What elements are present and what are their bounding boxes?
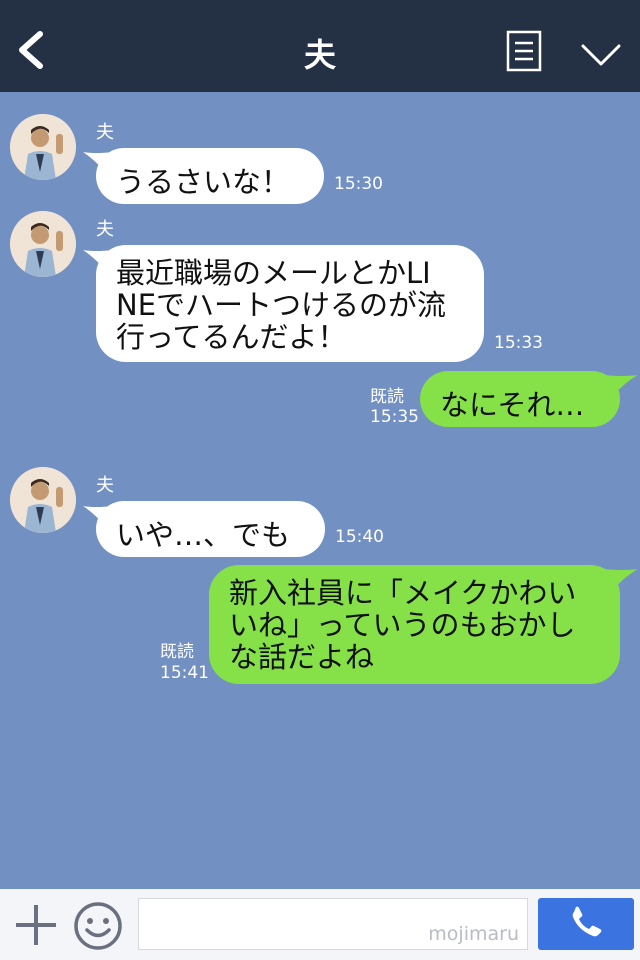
avatar[interactable] (10, 467, 76, 533)
message-time: 15:41 (160, 663, 209, 683)
bubble-tail (604, 375, 638, 397)
plus-icon[interactable] (14, 903, 58, 947)
message-time: 15:30 (334, 174, 383, 194)
message-time: 15:40 (335, 527, 384, 547)
chevron-down-icon[interactable] (580, 40, 622, 70)
message-bubble[interactable]: なにそれ… (420, 371, 620, 427)
sender-name: 夫 (96, 219, 114, 240)
avatar[interactable] (10, 114, 76, 180)
message-input[interactable]: mojimaru (138, 898, 528, 950)
smile-icon[interactable] (73, 901, 123, 951)
message-text-line: 最近職場のメールとかLI (116, 256, 431, 290)
message-text: うるさいな！ (116, 165, 291, 199)
person-avatar-icon (10, 467, 76, 533)
message-text-line: 新入社員に「メイクかわい (229, 576, 577, 610)
message-text-line: な話だよね (229, 640, 375, 674)
message-text: なにそれ… (440, 388, 585, 422)
message-time: 15:33 (494, 333, 543, 353)
message-time: 15:35 (370, 407, 419, 427)
message-text-line: 行ってるんだよ！ (116, 320, 347, 354)
message-bubble[interactable]: うるさいな！ (96, 148, 324, 204)
bubble-tail (604, 569, 638, 591)
message-bubble[interactable]: いや…、でも (96, 501, 325, 557)
chat-header: 夫 (0, 0, 640, 92)
watermark: mojimaru (428, 923, 519, 945)
call-button[interactable] (538, 898, 634, 950)
message-text-line: NEでハートつけるのが流 (116, 288, 447, 322)
sender-name: 夫 (96, 122, 114, 143)
read-status: 既読 (370, 387, 404, 407)
read-status: 既読 (160, 642, 194, 662)
memo-icon[interactable] (506, 30, 542, 72)
phone-icon (572, 906, 602, 937)
person-avatar-icon (10, 114, 76, 180)
message-bubble[interactable]: 新入社員に「メイクかわい いね」っていうのもおかし な話だよね (209, 565, 620, 684)
message-text-line: いね」っていうのもおかし (229, 608, 576, 642)
message-bubble[interactable]: 最近職場のメールとかLI NEでハートつけるのが流 行ってるんだよ！ (96, 245, 484, 362)
sender-name: 夫 (96, 475, 114, 496)
person-avatar-icon (10, 211, 76, 277)
avatar[interactable] (10, 211, 76, 277)
chat-title: 夫 (303, 36, 336, 74)
chat-area[interactable]: 夫 うるさいな！ 15:30 夫 最近職場のメールとかLI NEでハートつけるの… (0, 92, 640, 889)
message-text: いや…、でも (116, 518, 291, 552)
